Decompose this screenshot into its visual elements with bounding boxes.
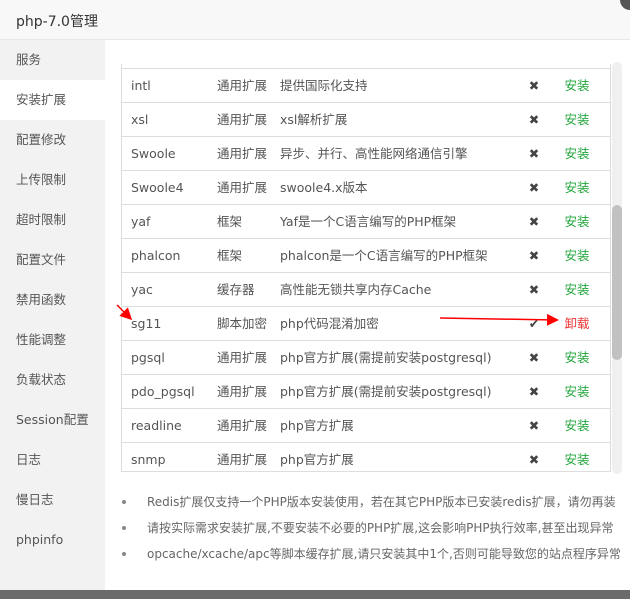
install-button[interactable]: 安装	[552, 273, 602, 306]
scrollbar-thumb[interactable]	[612, 205, 622, 360]
install-button[interactable]: 安装	[552, 239, 602, 272]
table-row: phalcon 框架 phalcon是一个C语言编写的PHP框架 ✖ 安装	[122, 238, 610, 272]
status-icon: ✖	[528, 418, 540, 433]
extension-description: php官方扩展	[280, 418, 354, 433]
extension-type: 通用扩展	[217, 452, 268, 467]
status-icon: ✖	[528, 214, 540, 229]
extension-description: php代码混淆加密	[280, 316, 379, 331]
extension-description: 高性能无锁共享内存Cache	[280, 282, 432, 297]
sidebar: 服务 安装扩展 配置修改 上传限制 超时限制 配置文件 禁用函数 性能调整 负载状态 Sessio…	[0, 40, 105, 590]
sidebar-item[interactable]: 服务	[0, 40, 105, 80]
notes-list: Redis扩展仅支持一个PHP版本安装使用，若在其它PHP版本已安装redis扩…	[121, 492, 621, 570]
extension-name: Swoole	[131, 146, 176, 161]
extension-name: yac	[131, 282, 153, 297]
install-button[interactable]: 安装	[552, 69, 602, 102]
main-panel: intl 通用扩展 提供国际化支持 ✖ 安装 xsl 通用扩展 xsl解析扩展 ✖ 安装 Swool…	[105, 40, 630, 590]
sidebar-item[interactable]: 超时限制	[0, 200, 105, 240]
sidebar-item[interactable]: 日志	[0, 440, 105, 480]
table-row: pdo_pgsql 通用扩展 php官方扩展(需提前安装postgresql) ✖ 安装	[122, 374, 610, 408]
status-icon: ✖	[528, 282, 540, 297]
extension-name: pdo_pgsql	[131, 384, 195, 399]
uninstall-button[interactable]: 卸载	[552, 307, 602, 340]
extension-type: 通用扩展	[217, 112, 268, 127]
sidebar-item[interactable]: 安装扩展	[0, 80, 105, 120]
extension-type: 通用扩展	[217, 350, 268, 365]
table-row: xsl 通用扩展 xsl解析扩展 ✖ 安装	[122, 102, 610, 136]
status-icon: ✖	[528, 384, 540, 399]
extension-type: 通用扩展	[217, 384, 268, 399]
extension-type: 框架	[217, 248, 243, 263]
sidebar-item[interactable]: 性能调整	[0, 320, 105, 360]
extension-name: intl	[131, 78, 151, 93]
status-icon: ✖	[528, 78, 540, 93]
extension-description: php官方扩展(需提前安装postgresql)	[280, 350, 492, 365]
install-button[interactable]: 安装	[552, 341, 602, 374]
extension-name: pgsql	[131, 350, 165, 365]
extension-name: yaf	[131, 214, 151, 229]
install-button[interactable]: 安装	[552, 409, 602, 442]
table-row: readline 通用扩展 php官方扩展 ✖ 安装	[122, 408, 610, 442]
extension-type: 通用扩展	[217, 180, 268, 195]
install-button[interactable]: 安装	[552, 375, 602, 408]
note-item: 请按实际需求安装扩展,不要安装不必要的PHP扩展,这会影响PHP执行效率,甚至出…	[121, 518, 621, 544]
window-title: php-7.0管理	[0, 0, 630, 40]
install-button[interactable]: 安装	[552, 137, 602, 170]
sidebar-item[interactable]: 慢日志	[0, 480, 105, 520]
extension-type: 通用扩展	[217, 78, 268, 93]
status-icon: ✔	[528, 316, 540, 331]
scrollbar[interactable]	[612, 62, 622, 474]
sidebar-item[interactable]: Session配置	[0, 400, 105, 440]
extension-description: swoole4.x版本	[280, 180, 368, 195]
extension-name: sg11	[131, 316, 162, 331]
extension-name: xsl	[131, 112, 149, 127]
table-row: intl 通用扩展 提供国际化支持 ✖ 安装	[122, 68, 610, 102]
note-item: opcache/xcache/apc等脚本缓存扩展,请只安装其中1个,否则可能导…	[121, 544, 621, 570]
table-row: yaf 框架 Yaf是一个C语言编写的PHP框架 ✖ 安装	[122, 204, 610, 238]
background-page	[0, 590, 630, 599]
install-button[interactable]: 安装	[552, 103, 602, 136]
status-icon: ✖	[528, 146, 540, 161]
extension-description: xsl解析扩展	[280, 112, 348, 127]
extension-name: Swoole4	[131, 180, 184, 195]
extension-type: 通用扩展	[217, 418, 268, 433]
table-row: yac 缓存器 高性能无锁共享内存Cache ✖ 安装	[122, 272, 610, 306]
extension-type: 脚本加密	[217, 316, 268, 331]
note-item: Redis扩展仅支持一个PHP版本安装使用，若在其它PHP版本已安装redis扩…	[121, 492, 621, 518]
extension-name: readline	[131, 418, 182, 433]
status-icon: ✖	[528, 452, 540, 467]
extension-description: phalcon是一个C语言编写的PHP框架	[280, 248, 488, 263]
extension-description: php官方扩展(需提前安装postgresql)	[280, 384, 492, 399]
status-icon: ✖	[528, 248, 540, 263]
table-row: sg11 脚本加密 php代码混淆加密 ✔ 卸载	[122, 306, 610, 340]
extension-name: snmp	[131, 452, 166, 467]
sidebar-item[interactable]: 负载状态	[0, 360, 105, 400]
extension-description: 提供国际化支持	[280, 78, 368, 93]
install-button[interactable]: 安装	[552, 443, 602, 471]
extension-name: phalcon	[131, 248, 181, 263]
extension-description: Yaf是一个C语言编写的PHP框架	[280, 214, 457, 229]
table-row: snmp 通用扩展 php官方扩展 ✖ 安装	[122, 442, 610, 471]
table-row: pgsql 通用扩展 php官方扩展(需提前安装postgresql) ✖ 安装	[122, 340, 610, 374]
table-row: Swoole4 通用扩展 swoole4.x版本 ✖ 安装	[122, 170, 610, 204]
install-button[interactable]: 安装	[552, 205, 602, 238]
status-icon: ✖	[528, 180, 540, 195]
sidebar-item[interactable]: 禁用函数	[0, 280, 105, 320]
extensions-table: intl 通用扩展 提供国际化支持 ✖ 安装 xsl 通用扩展 xsl解析扩展 ✖ 安装 Swool…	[121, 64, 611, 472]
status-icon: ✖	[528, 112, 540, 127]
extension-type: 框架	[217, 214, 243, 229]
table-row: Swoole 通用扩展 异步、并行、高性能网络通信引擎 ✖ 安装	[122, 136, 610, 170]
status-icon: ✖	[528, 350, 540, 365]
extension-description: 异步、并行、高性能网络通信引擎	[280, 146, 468, 161]
extension-type: 通用扩展	[217, 146, 268, 161]
sidebar-item[interactable]: 上传限制	[0, 160, 105, 200]
sidebar-item[interactable]: phpinfo	[0, 520, 105, 560]
install-button[interactable]: 安装	[552, 171, 602, 204]
sidebar-item[interactable]: 配置文件	[0, 240, 105, 280]
extension-type: 缓存器	[217, 282, 255, 297]
extension-description: php官方扩展	[280, 452, 354, 467]
sidebar-item[interactable]: 配置修改	[0, 120, 105, 160]
